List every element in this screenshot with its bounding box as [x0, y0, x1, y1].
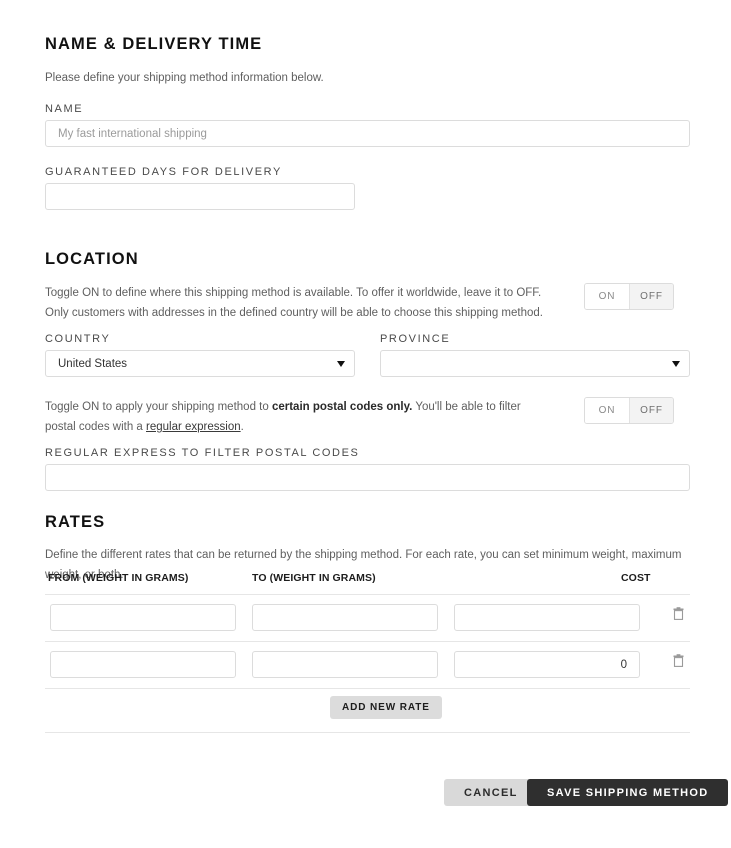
table-divider-bottom [45, 732, 690, 733]
cancel-button[interactable]: CANCEL [444, 779, 538, 806]
province-label: PROVINCE [380, 333, 451, 345]
location-toggle-on[interactable]: ON [585, 284, 629, 309]
regex-input[interactable] [45, 464, 690, 491]
postal-toggle-off[interactable]: OFF [629, 398, 673, 423]
postal-codes-toggle[interactable]: ON OFF [584, 397, 674, 424]
trash-icon[interactable] [673, 607, 684, 620]
trash-icon[interactable] [673, 654, 684, 667]
guaranteed-days-input[interactable] [45, 183, 355, 210]
rate-to-input-0[interactable] [252, 604, 438, 631]
rate-cost-input-1[interactable] [454, 651, 640, 678]
postal-codes-description: Toggle ON to apply your shipping method … [45, 397, 545, 437]
guaranteed-days-label: GUARANTEED DAYS FOR DELIVERY [45, 166, 282, 178]
table-row [45, 595, 690, 639]
rate-to-input-1[interactable] [252, 651, 438, 678]
name-delivery-description: Please define your shipping method infor… [45, 72, 324, 84]
rate-from-input-0[interactable] [50, 604, 236, 631]
table-row [45, 642, 690, 686]
postal-description-end: . [240, 421, 244, 434]
province-select[interactable] [380, 350, 690, 377]
rate-cost-input-0[interactable] [454, 604, 640, 631]
rate-from-input-1[interactable] [50, 651, 236, 678]
country-select[interactable]: United States [45, 350, 355, 377]
save-shipping-method-button[interactable]: SAVE SHIPPING METHOD [527, 779, 729, 806]
regex-label: REGULAR EXPRESS TO FILTER POSTAL CODES [45, 447, 360, 459]
postal-description-part1: Toggle ON to apply your shipping method … [45, 401, 272, 413]
country-select-wrap[interactable]: United States [45, 350, 355, 377]
add-new-rate-button[interactable]: ADD NEW RATE [330, 696, 442, 719]
name-input[interactable] [45, 120, 690, 147]
column-header-from: FROM (WEIGHT IN GRAMS) [48, 572, 189, 584]
location-description: Toggle ON to define where this shipping … [45, 283, 545, 323]
location-toggle[interactable]: ON OFF [584, 283, 674, 310]
section-title-rates: RATES [45, 513, 106, 531]
postal-description-emphasis: certain postal codes only. [271, 401, 413, 413]
regular-expression-link[interactable]: regular expression [146, 421, 241, 433]
column-header-cost: COST [621, 572, 651, 584]
section-title-name-delivery: NAME & DELIVERY TIME [45, 35, 263, 53]
location-toggle-off[interactable]: OFF [629, 284, 673, 309]
section-title-location: LOCATION [45, 250, 139, 268]
name-field-label: NAME [45, 103, 84, 115]
country-label: COUNTRY [45, 333, 111, 345]
column-header-to: TO (WEIGHT IN GRAMS) [252, 572, 376, 584]
postal-toggle-on[interactable]: ON [585, 398, 629, 423]
table-divider [45, 688, 690, 689]
shipping-method-form: NAME & DELIVERY TIME Please define your … [0, 0, 731, 848]
location-description-line2: addresses in the defined country will be… [151, 307, 543, 320]
province-select-wrap[interactable] [380, 350, 690, 377]
